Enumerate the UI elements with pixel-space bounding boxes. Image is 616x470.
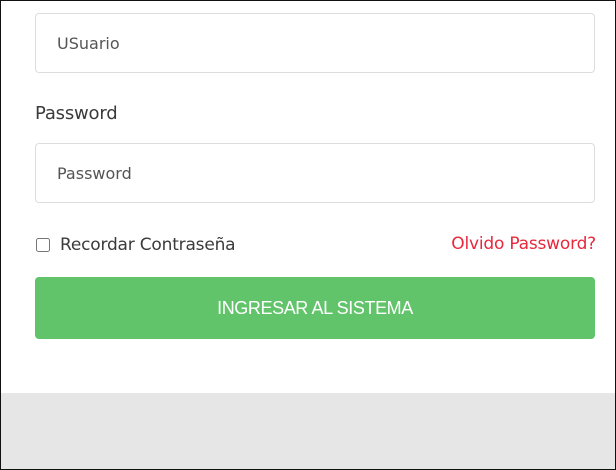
username-input[interactable]: [35, 13, 595, 73]
remember-password-checkbox[interactable]: [36, 238, 50, 252]
login-submit-button[interactable]: INGRESAR AL SISTEMA: [35, 277, 595, 339]
forgot-password-link[interactable]: Olvido Password?: [451, 234, 596, 254]
login-form: Password Recordar Contraseña Olvido Pass…: [1, 1, 615, 393]
password-input[interactable]: [35, 143, 595, 203]
remember-password-label: Recordar Contraseña: [60, 235, 236, 255]
login-panel: Password Recordar Contraseña Olvido Pass…: [0, 0, 616, 470]
password-label: Password: [35, 103, 118, 124]
footer-band: [1, 393, 615, 469]
remember-password-option[interactable]: Recordar Contraseña: [36, 234, 236, 256]
